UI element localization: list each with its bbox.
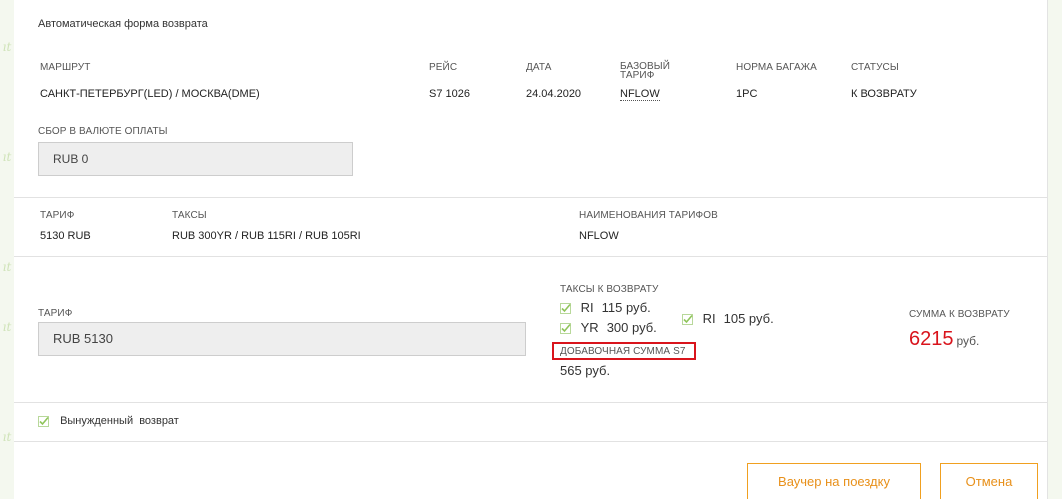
row-route: САНКТ-ПЕТЕРБУРГ(LED) / МОСКВА(DME) [40, 88, 260, 100]
fare-taxes-value: RUB 300YR / RUB 115RI / RUB 105RI [172, 230, 361, 242]
row-flight: S7 1026 [429, 88, 470, 100]
tax-amount: 105 руб. [723, 311, 774, 326]
fare-tariff-value: 5130 RUB [40, 230, 91, 242]
refund-sum-unit: руб. [956, 334, 980, 348]
header-base-fare-line2: ТАРИФ [620, 70, 655, 81]
additional-sum-value: 565 руб. [560, 363, 611, 378]
refund-tariff-value: RUB 5130 [53, 331, 113, 346]
divider-3 [14, 402, 1047, 403]
refund-tariff-input[interactable]: RUB 5130 [38, 322, 526, 356]
voucher-button[interactable]: Ваучер на поездку [747, 463, 921, 499]
form-title: Автоматическая форма возврата [38, 18, 208, 30]
divider-2 [14, 256, 1047, 257]
checkbox-checked-icon[interactable] [560, 323, 571, 335]
checkbox-checked-icon[interactable] [682, 314, 693, 326]
checkbox-checked-icon[interactable] [38, 415, 49, 427]
background-left-strip: ıt ıt ıt ıt ıt [0, 0, 15, 499]
tax-amount: 115 руб. [601, 300, 651, 315]
row-status: К ВОЗВРАТУ [851, 88, 917, 100]
header-date: ДАТА [526, 62, 552, 73]
refund-modal: Автоматическая форма возврата МАРШРУТ РЕ… [14, 0, 1047, 499]
additional-sum-label: ДОБАВОЧНАЯ СУММА S7 [560, 346, 686, 357]
fee-label: СБОР В ВАЛЮТЕ ОПЛАТЫ [38, 126, 168, 137]
refund-sum-value: 6215 [909, 328, 954, 350]
background-right-strip [1047, 0, 1062, 499]
header-baggage: НОРМА БАГАЖА [736, 62, 817, 73]
fare-tariff-label: ТАРИФ [40, 210, 75, 221]
divider-4 [14, 441, 1047, 442]
tax-code: YR [580, 320, 599, 335]
refund-sum: 6215 руб. [909, 328, 979, 351]
cancel-button[interactable]: Отмена [940, 463, 1038, 499]
tax-amount: 300 руб. [606, 320, 657, 335]
tax-item-yr-300[interactable]: YR 300 руб. [560, 320, 657, 335]
fare-names-label: НАИМЕНОВАНИЯ ТАРИФОВ [579, 210, 718, 221]
tax-code: RI [580, 300, 594, 315]
header-flight: РЕЙС [429, 62, 458, 73]
forced-refund-label: Вынужденный возврат [60, 415, 179, 427]
row-baggage: 1PC [736, 88, 758, 100]
tax-code: RI [702, 311, 716, 326]
refund-sum-label: СУММА К ВОЗВРАТУ [909, 309, 1010, 320]
fee-input[interactable]: RUB 0 [38, 142, 353, 176]
forced-refund-option[interactable]: Вынужденный возврат [38, 415, 179, 427]
checkbox-checked-icon[interactable] [560, 303, 571, 315]
fare-names-value: NFLOW [579, 230, 619, 242]
header-route: МАРШРУТ [40, 62, 91, 73]
header-status: СТАТУСЫ [851, 62, 899, 73]
tax-item-ri-115[interactable]: RI 115 руб. [560, 300, 651, 315]
tax-item-ri-105[interactable]: RI 105 руб. [682, 311, 774, 326]
header-base-fare: БАЗОВЫЙ ТАРИФ [620, 62, 670, 81]
fare-taxes-label: ТАКСЫ [172, 210, 207, 221]
row-date: 24.04.2020 [526, 88, 582, 100]
refund-tariff-label: ТАРИФ [38, 308, 73, 319]
row-base-fare-link[interactable]: NFLOW [620, 88, 660, 101]
fee-value: RUB 0 [53, 152, 89, 166]
refund-taxes-label: ТАКСЫ К ВОЗВРАТУ [560, 284, 659, 295]
divider-1 [14, 197, 1047, 198]
